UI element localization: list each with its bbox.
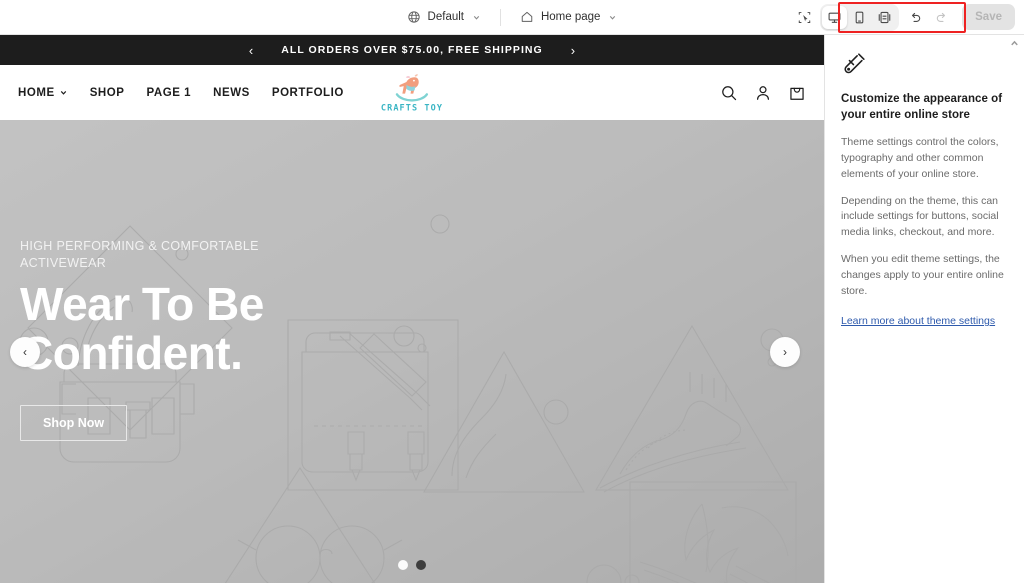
scroll-up-icon[interactable] [1009, 38, 1020, 49]
inspector-tool-button[interactable] [791, 4, 817, 30]
globe-icon [407, 10, 421, 24]
theme-settings-learn-more-link[interactable]: Learn more about theme settings [841, 315, 995, 327]
site-logo[interactable]: CRAFTS TOY [381, 72, 443, 113]
paint-roller-icon [841, 51, 867, 77]
mobile-icon [852, 10, 867, 25]
topbar-divider [500, 9, 501, 26]
hero-eyebrow: HIGH PERFORMING & COMFORTABLE ACTIVEWEAR [20, 238, 270, 271]
theme-selector-label: Default [428, 11, 464, 23]
shop-now-button[interactable]: Shop Now [20, 405, 127, 441]
account-icon[interactable] [754, 84, 772, 102]
chevron-down-icon [472, 13, 481, 22]
hero-dot-1[interactable] [398, 560, 408, 570]
nav-item-page-1[interactable]: PAGE 1 [147, 87, 192, 99]
search-icon[interactable] [720, 84, 738, 102]
page-selector-label: Home page [541, 11, 600, 23]
hero-title: Wear To Be Confident. [20, 280, 270, 378]
desktop-icon [827, 10, 842, 25]
rocking-horse-icon [391, 72, 433, 102]
device-preview-group [820, 4, 899, 31]
hero-slideshow[interactable]: ‹ › HIGH PERFORMING & COMFORTABLE ACTIVE… [0, 120, 824, 583]
hero-slide-dots [0, 560, 824, 570]
panel-title: Customize the appearance of your entire … [841, 91, 1008, 124]
fullscreen-icon [877, 10, 892, 25]
fullscreen-view-button[interactable] [872, 6, 897, 29]
mobile-view-button[interactable] [847, 6, 872, 29]
panel-paragraph-3: When you edit theme settings, the change… [841, 252, 1008, 300]
page-selector[interactable]: Home page [511, 6, 626, 28]
chevron-down-icon [59, 88, 68, 97]
cart-bag-icon[interactable] [788, 84, 806, 102]
hero-title-line-1: Wear To Be [20, 280, 270, 329]
nav-item-home[interactable]: HOME [18, 87, 68, 99]
undo-button[interactable] [902, 4, 928, 30]
select-frame-icon [797, 10, 812, 25]
announcement-bar: ‹ ALL ORDERS OVER $75.00, FREE SHIPPING … [0, 35, 824, 65]
hero-next-button[interactable]: › [770, 337, 800, 367]
announcement-next-button[interactable]: › [565, 42, 581, 59]
nav-item-portfolio[interactable]: PORTFOLIO [272, 87, 344, 99]
hero-dot-2[interactable] [416, 560, 426, 570]
undo-arrow-icon [908, 10, 923, 25]
theme-selector[interactable]: Default [398, 6, 490, 28]
editor-topbar: Default Home page [0, 0, 1024, 35]
nav-item-shop[interactable]: SHOP [90, 87, 125, 99]
hero-prev-button[interactable]: ‹ [10, 337, 40, 367]
redo-button[interactable] [928, 4, 954, 30]
topbar-right-group: Save [791, 0, 1024, 34]
announcement-prev-button[interactable]: ‹ [243, 42, 259, 59]
panel-paragraph-1: Theme settings control the colors, typog… [841, 135, 1008, 183]
hero-title-line-2: Confident. [20, 329, 270, 378]
chevron-down-icon [608, 13, 617, 22]
theme-editor-app: Default Home page [0, 0, 1024, 583]
theme-settings-panel: Customize the appearance of your entire … [824, 35, 1024, 583]
desktop-view-button[interactable] [822, 6, 847, 29]
panel-paragraph-2: Depending on the theme, this can include… [841, 194, 1008, 242]
editor-body: ‹ ALL ORDERS OVER $75.00, FREE SHIPPING … [0, 35, 1024, 583]
nav-label: HOME [18, 87, 55, 99]
announcement-text: ALL ORDERS OVER $75.00, FREE SHIPPING [281, 44, 543, 56]
redo-arrow-icon [934, 10, 949, 25]
save-button[interactable]: Save [962, 4, 1015, 30]
storefront-preview[interactable]: ‹ ALL ORDERS OVER $75.00, FREE SHIPPING … [0, 35, 824, 583]
main-navigation: HOME SHOP PAGE 1 NEWS PORTFOLIO [18, 87, 344, 99]
home-icon [520, 10, 534, 24]
header-utility-icons [720, 84, 806, 102]
nav-item-news[interactable]: NEWS [213, 87, 250, 99]
logo-wordmark: CRAFTS TOY [381, 103, 443, 113]
site-header: HOME SHOP PAGE 1 NEWS PORTFOLIO [0, 65, 824, 120]
hero-copy: HIGH PERFORMING & COMFORTABLE ACTIVEWEAR… [20, 238, 270, 441]
